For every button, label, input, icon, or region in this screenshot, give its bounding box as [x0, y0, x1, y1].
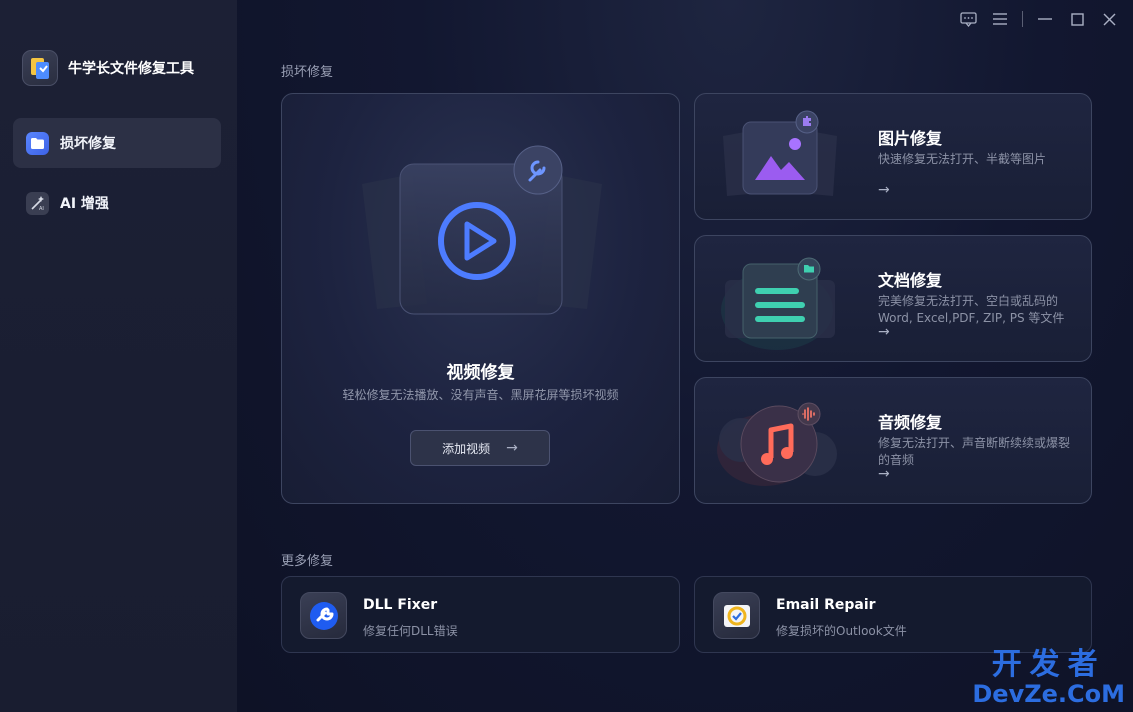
- video-repair-card[interactable]: 视频修复 轻松修复无法播放、没有声音、黑屏花屏等损坏视频 添加视频 →: [281, 93, 680, 504]
- section-title-damaged: 损坏修复: [281, 65, 334, 80]
- titlebar-divider: [1022, 11, 1023, 27]
- magic-wand-icon: AI: [26, 191, 49, 215]
- section-title-more: 更多修复: [281, 554, 334, 569]
- arrow-right-icon: →: [878, 466, 890, 482]
- audio-repair-title: 音频修复: [878, 413, 943, 432]
- watermark-cn: 开发者: [991, 647, 1106, 682]
- add-video-button[interactable]: 添加视频 →: [410, 430, 550, 466]
- video-illustration: [362, 145, 602, 315]
- document-repair-card[interactable]: 文档修复 完美修复无法打开、空白或乱码的Word, Excel,PDF, ZIP…: [694, 235, 1092, 362]
- arrow-right-icon: →: [506, 440, 518, 456]
- document-repair-subtitle: 完美修复无法打开、空白或乱码的Word, Excel,PDF, ZIP, PS …: [878, 294, 1065, 325]
- audio-illustration: [717, 402, 837, 486]
- photo-repair-title: 图片修复: [878, 129, 943, 148]
- dll-fixer-title: DLL Fixer: [363, 597, 438, 613]
- document-repair-title: 文档修复: [878, 271, 943, 290]
- photo-repair-subtitle: 快速修复无法打开、半截等图片: [878, 152, 1047, 166]
- minimize-icon[interactable]: [1033, 8, 1057, 30]
- video-repair-subtitle: 轻松修复无法播放、没有声音、黑屏花屏等损坏视频: [342, 388, 619, 402]
- sidebar-item-ai-enhance[interactable]: AI AI 增强: [13, 178, 221, 228]
- audio-repair-card[interactable]: 音频修复 修复无法打开、声音断断续续或爆裂的音频 →: [694, 377, 1092, 504]
- email-repair-icon: [713, 592, 760, 639]
- email-repair-card[interactable]: Email Repair 修复损坏的Outlook文件: [694, 576, 1092, 653]
- feedback-icon[interactable]: [956, 8, 980, 30]
- brand: 牛学长文件修复工具: [22, 50, 194, 86]
- sidebar: 牛学长文件修复工具 损坏修复 AI AI 增强: [0, 0, 237, 712]
- arrow-right-icon: →: [878, 182, 890, 198]
- app-title: 牛学长文件修复工具: [68, 61, 194, 77]
- watermark: 开发者 DevZe.CoM: [972, 647, 1125, 708]
- email-repair-subtitle: 修复损坏的Outlook文件: [776, 624, 907, 638]
- video-repair-title: 视频修复: [446, 363, 515, 383]
- svg-text:AI: AI: [39, 206, 44, 211]
- photo-illustration: [723, 110, 837, 196]
- app-logo-icon: [22, 50, 58, 86]
- sidebar-item-label: 损坏修复: [60, 136, 116, 152]
- close-icon[interactable]: [1097, 8, 1121, 30]
- dll-fixer-subtitle: 修复任何DLL错误: [363, 624, 458, 638]
- photo-repair-card[interactable]: 图片修复 快速修复无法打开、半截等图片 →: [694, 93, 1092, 220]
- maximize-icon[interactable]: [1065, 8, 1089, 30]
- main-content: 损坏修复 视频修复 轻松修复无法播放、没有声音、黑屏花屏等损坏视频 添加视频 →: [237, 0, 1133, 712]
- document-illustration: [721, 257, 835, 350]
- folder-icon: [26, 131, 49, 155]
- watermark-en: DevZe.CoM: [972, 680, 1125, 708]
- dll-fixer-card[interactable]: DLL Fixer 修复任何DLL错误: [281, 576, 680, 653]
- audio-repair-subtitle: 修复无法打开、声音断断续续或爆裂的音频: [878, 436, 1071, 467]
- titlebar: [948, 8, 1121, 30]
- add-video-label: 添加视频: [442, 441, 491, 456]
- email-repair-title: Email Repair: [776, 597, 876, 613]
- menu-icon[interactable]: [988, 8, 1012, 30]
- sidebar-item-damage-repair[interactable]: 损坏修复: [13, 118, 221, 168]
- arrow-right-icon: →: [878, 324, 890, 340]
- dll-fixer-icon: [300, 592, 347, 639]
- sidebar-item-label: AI 增强: [60, 196, 109, 212]
